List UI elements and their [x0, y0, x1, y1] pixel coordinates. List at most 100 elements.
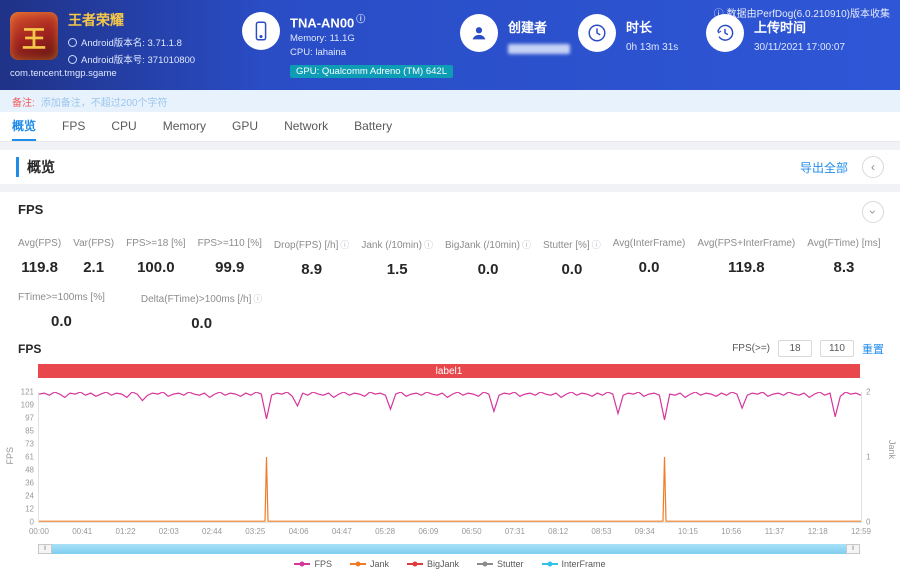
- creator-label: 创建者: [508, 20, 548, 35]
- x-tick: 01:22: [115, 527, 136, 536]
- metric-value: 119.8: [21, 259, 58, 276]
- fps-line-chart[interactable]: [39, 392, 861, 522]
- legend-label: BigJank: [426, 559, 460, 569]
- fps-metrics-row-2: FTime>=100ms [%] 0.0 Delta(FTime)>100ms [/…: [18, 292, 262, 332]
- tab-FPS[interactable]: FPS: [62, 112, 85, 141]
- metric: Delta(FTime)>100ms [/h] ⓘ 0.0: [141, 292, 263, 332]
- info-icon[interactable]: ⓘ: [340, 240, 349, 250]
- x-tick: 05:28: [375, 527, 396, 536]
- metric-value: 2.1: [83, 259, 105, 276]
- legend-item-BigJank[interactable]: BigJank: [406, 559, 460, 569]
- y-tick-left: 109: [20, 400, 34, 410]
- y-axis-title-jank: Jank: [887, 440, 897, 460]
- collapse-left-button[interactable]: ‹: [862, 156, 884, 178]
- y-tick-left: 12: [25, 504, 34, 514]
- overview-title: 概览: [16, 157, 55, 177]
- chevron-down-icon: ›: [866, 210, 880, 214]
- x-tick: 02:03: [158, 527, 179, 536]
- reset-link[interactable]: 重置: [862, 341, 884, 357]
- device-cpu: CPU: lahaina: [290, 47, 346, 59]
- metric-label: FPS>=18 [%]: [126, 238, 186, 249]
- tab-Memory[interactable]: Memory: [163, 112, 206, 141]
- creator-section: 创建者: [460, 14, 570, 54]
- fps-threshold-high-input[interactable]: [820, 340, 854, 357]
- chart-title: FPS: [18, 341, 42, 356]
- tab-Network[interactable]: Network: [284, 112, 328, 141]
- chart-range-scrollbar[interactable]: ‖ ‖: [38, 544, 860, 554]
- y-tick-left: 24: [25, 491, 34, 501]
- legend-label: FPS: [314, 559, 332, 569]
- info-icon[interactable]: ⓘ: [592, 240, 601, 250]
- game-info-section: 王 王者荣耀 Android版本名: 3.71.1.8 Android版本号: …: [10, 10, 230, 79]
- tab-bar: 概览 FPS CPU Memory GPU Network Battery: [0, 112, 900, 142]
- device-gpu-badge: GPU: Qualcomm Adreno (TM) 642L: [290, 65, 453, 79]
- x-tick: 03:25: [245, 527, 266, 536]
- upload-time-section: 上传时间 30/11/2021 17:00:07: [706, 14, 845, 53]
- metric-label: Var(FPS): [73, 238, 115, 249]
- game-title: 王者荣耀: [68, 12, 124, 28]
- x-tick: 10:15: [677, 527, 698, 536]
- android-version-name-text: Android版本名: 3.71.1.8: [81, 38, 182, 49]
- x-tick: 07:31: [504, 527, 525, 536]
- y-tick-left: 73: [25, 439, 34, 449]
- tab-CPU[interactable]: CPU: [111, 112, 136, 141]
- chart-legend: FPS Jank BigJank Stutter InterFrame: [0, 559, 900, 569]
- scrollbar-left-handle[interactable]: ‖: [38, 544, 52, 554]
- note-label: 备注:: [12, 97, 35, 109]
- info-icon[interactable]: ⓘ: [253, 294, 262, 304]
- metric-label: Avg(FPS+InterFrame): [697, 238, 796, 249]
- note-bar[interactable]: 备注: 添加备注，不超过200个字符: [0, 90, 900, 112]
- legend-item-Jank[interactable]: Jank: [349, 559, 389, 569]
- duration-value: 0h 13m 31s: [626, 42, 679, 53]
- x-tick: 00:00: [28, 527, 50, 536]
- fps-threshold-low-input[interactable]: [778, 340, 812, 357]
- metric: FTime>=100ms [%] 0.0: [18, 292, 105, 332]
- collapse-panel-button[interactable]: ›: [862, 201, 884, 223]
- legend-item-Stutter[interactable]: Stutter: [477, 559, 524, 569]
- x-tick: 08:53: [591, 527, 612, 536]
- y-axis-title-fps: FPS: [5, 447, 15, 465]
- metric-value: 119.8: [727, 259, 765, 276]
- tab-概览[interactable]: 概览: [12, 112, 37, 141]
- scrollbar-right-handle[interactable]: ‖: [846, 544, 860, 554]
- x-tick: 10:56: [721, 527, 742, 536]
- tab-Battery[interactable]: Battery: [354, 112, 392, 141]
- legend-marker: [349, 561, 366, 567]
- android-version-code-text: Android版本号: 371010800: [81, 55, 196, 66]
- tab-GPU[interactable]: GPU: [232, 112, 258, 141]
- device-memory: Memory: 11.1G: [290, 33, 355, 45]
- metric-label: FTime>=100ms [%]: [18, 292, 105, 303]
- legend-item-InterFrame[interactable]: InterFrame: [541, 559, 606, 569]
- metric: FPS>=110 [%] 99.9: [198, 238, 262, 278]
- y-tick-left: 85: [25, 426, 34, 436]
- upload-clock-icon: [706, 14, 744, 52]
- x-tick: 06:09: [418, 527, 439, 536]
- legend-label: InterFrame: [561, 559, 606, 569]
- person-icon: [460, 14, 498, 52]
- creator-name-blurred: [508, 44, 570, 54]
- info-icon[interactable]: ⓘ: [424, 240, 433, 250]
- metric: Avg(FPS+InterFrame) 119.8: [697, 238, 795, 278]
- info-icon[interactable]: ⓘ: [522, 240, 531, 250]
- fps-panel: FPS › Avg(FPS) 119.8 Var(FPS) 2.1 FPS>=18 [%…: [0, 192, 900, 571]
- legend-label: Jank: [369, 559, 389, 569]
- metric-label: Avg(InterFrame): [612, 238, 686, 249]
- metric-label: Stutter [%] ⓘ: [543, 240, 601, 251]
- overview-section-header: 概览 导出全部 ‹: [0, 150, 900, 184]
- x-tick: 08:12: [548, 527, 569, 536]
- scrollbar-track[interactable]: [52, 544, 846, 554]
- metric-value: 0.0: [51, 313, 72, 330]
- legend-item-FPS[interactable]: FPS: [294, 559, 332, 569]
- android-icon: [68, 54, 77, 64]
- device-model: TNA-AN00 ⓘ: [290, 12, 453, 30]
- metric-value: 8.9: [301, 261, 323, 278]
- info-icon[interactable]: ⓘ: [356, 14, 365, 24]
- export-all-link[interactable]: 导出全部: [800, 159, 848, 176]
- metric: Jank (/10min) ⓘ 1.5: [361, 238, 433, 278]
- y-tick-right: 0: [866, 517, 871, 527]
- legend-marker: [477, 561, 494, 567]
- metric-value: 8.3: [833, 259, 855, 276]
- fps-threshold-label: FPS(>=): [732, 343, 770, 354]
- metric: Avg(FTime) [ms] 8.3: [807, 238, 880, 278]
- metric-value: 0.0: [561, 261, 583, 278]
